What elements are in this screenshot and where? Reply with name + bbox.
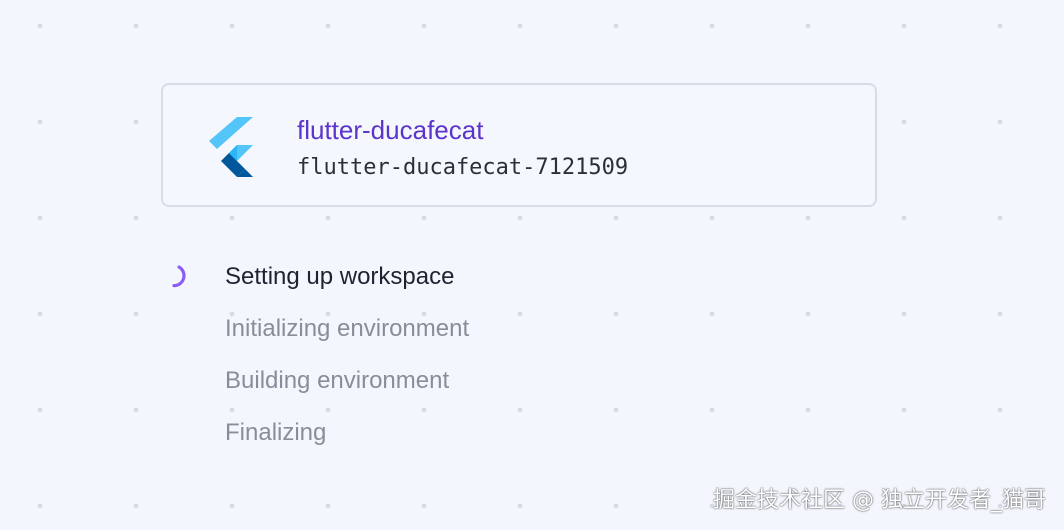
step-finalizing: Finalizing xyxy=(225,419,327,446)
watermark-text: 掘金技术社区 @ 独立开发者_猫哥 xyxy=(713,488,1046,513)
step-initializing-environment: Initializing environment xyxy=(225,315,470,342)
step-setting-up-workspace: Setting up workspace xyxy=(225,263,455,290)
project-name[interactable]: flutter-ducafecat xyxy=(297,115,483,146)
step-building-environment: Building environment xyxy=(225,367,450,394)
project-card: flutter-ducafecat flutter-ducafecat-7121… xyxy=(161,83,877,207)
loading-spinner-icon xyxy=(172,265,186,288)
project-id: flutter-ducafecat-7121509 xyxy=(297,155,629,180)
flutter-logo-icon xyxy=(209,117,253,177)
